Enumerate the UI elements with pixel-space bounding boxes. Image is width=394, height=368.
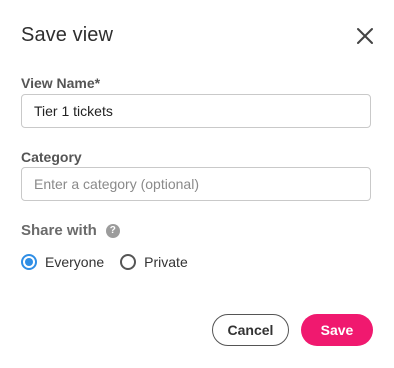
radio-everyone-indicator[interactable] [21, 254, 37, 270]
dialog-title: Save view [21, 24, 114, 46]
category-label: Category [21, 149, 82, 165]
help-icon[interactable]: ? [105, 224, 120, 238]
share-with-row: Share with ? [21, 222, 120, 240]
view-name-label: View Name* [21, 75, 101, 91]
share-radio-group: Everyone Private [21, 252, 188, 272]
save-button[interactable]: Save [301, 314, 373, 346]
radio-everyone-label: Everyone [45, 254, 105, 270]
radio-everyone[interactable]: Everyone [21, 252, 104, 272]
radio-private-label: Private [144, 254, 188, 270]
radio-private-indicator[interactable] [120, 254, 137, 270]
save-view-dialog: Save view View Name* Category Share with… [0, 0, 394, 368]
cancel-button[interactable]: Cancel [212, 314, 289, 346]
share-with-label: Share with [21, 222, 97, 239]
category-input[interactable] [21, 167, 371, 201]
close-icon [357, 28, 373, 44]
view-name-input[interactable] [21, 94, 371, 128]
radio-private[interactable]: Private [120, 252, 188, 272]
close-button[interactable] [353, 24, 377, 48]
